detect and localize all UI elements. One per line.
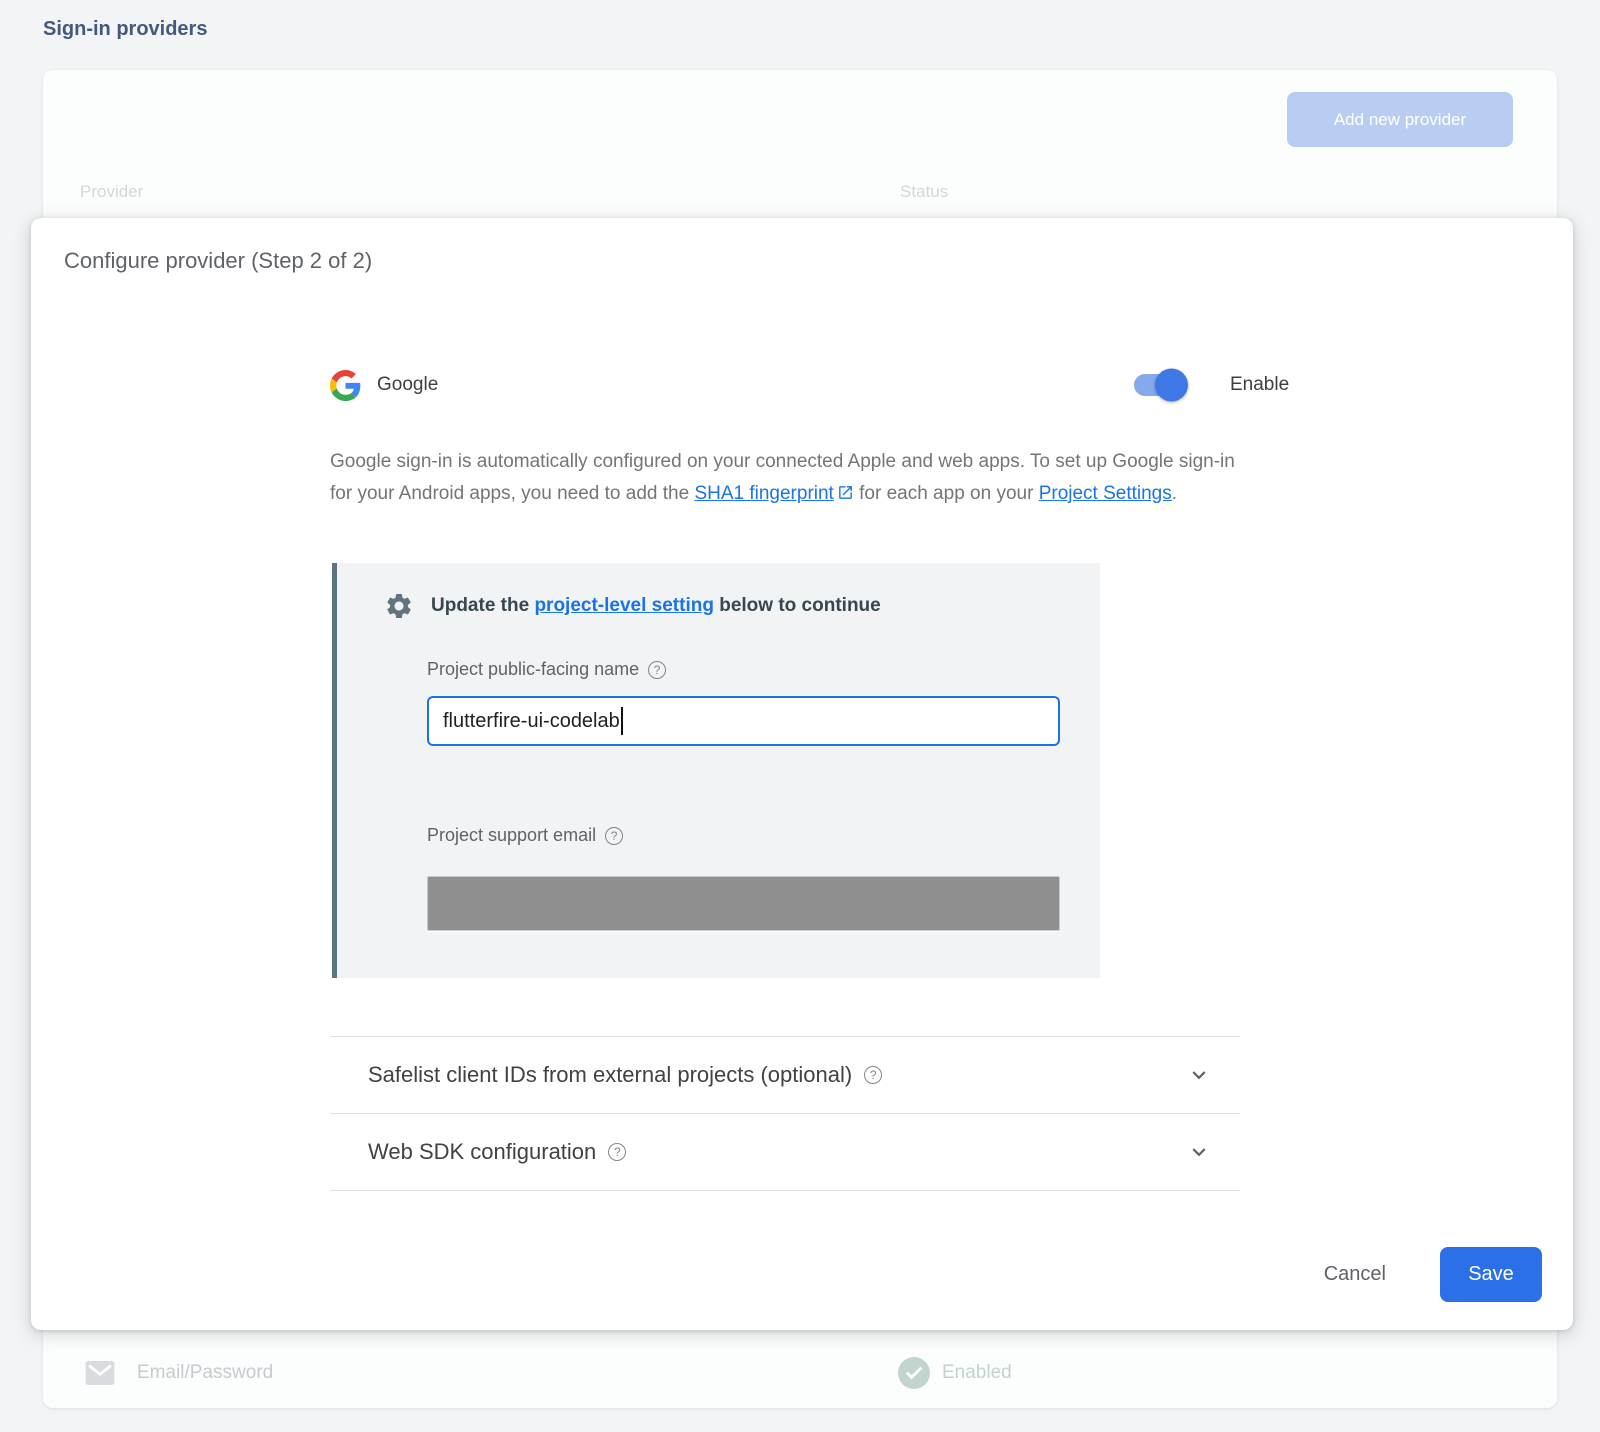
section-safelist-client-ids[interactable]: Safelist client IDs from external projec… xyxy=(330,1037,1240,1114)
sha1-fingerprint-link[interactable]: SHA1 fingerprint xyxy=(694,483,833,504)
table-row-email-password[interactable]: Email/Password Enabled xyxy=(43,1338,1557,1408)
column-header-provider: Provider xyxy=(80,182,143,202)
public-name-input[interactable]: flutterfire-ui-codelab xyxy=(427,696,1060,746)
dialog-title: Configure provider (Step 2 of 2) xyxy=(64,248,372,274)
save-button[interactable]: Save xyxy=(1440,1247,1542,1302)
provider-name: Google xyxy=(377,374,438,396)
support-email-label-text: Project support email xyxy=(427,825,596,846)
project-settings-link[interactable]: Project Settings xyxy=(1039,483,1172,504)
google-logo-icon xyxy=(330,370,361,401)
section-web-sdk-configuration[interactable]: Web SDK configuration ? xyxy=(330,1114,1240,1191)
column-header-status: Status xyxy=(900,182,948,202)
page-title: Sign-in providers xyxy=(43,18,207,41)
support-email-label: Project support email ? xyxy=(427,825,623,846)
section-label: Web SDK configuration xyxy=(368,1139,596,1165)
help-circle-icon[interactable]: ? xyxy=(864,1066,882,1084)
public-name-label-text: Project public-facing name xyxy=(427,659,639,680)
status-cell: Enabled xyxy=(898,1357,1012,1389)
dialog-actions: Cancel Save xyxy=(1308,1247,1542,1302)
notice-text: Update the project-level setting below t… xyxy=(431,595,881,617)
public-name-label: Project public-facing name ? xyxy=(427,659,666,680)
chevron-down-icon xyxy=(1186,1062,1212,1088)
status-badge: Enabled xyxy=(942,1362,1012,1384)
gear-icon xyxy=(384,591,414,621)
notice-text-part: below to continue xyxy=(714,595,881,616)
enable-label: Enable xyxy=(1230,374,1289,396)
cancel-button[interactable]: Cancel xyxy=(1308,1255,1402,1294)
google-provider-row: Google Enable xyxy=(330,362,1273,408)
configure-provider-dialog: Configure provider (Step 2 of 2) Google … xyxy=(31,218,1573,1330)
description-text: . xyxy=(1172,483,1177,504)
help-circle-icon[interactable]: ? xyxy=(648,661,666,679)
enable-toggle[interactable] xyxy=(1134,374,1186,396)
envelope-icon xyxy=(85,1361,115,1385)
project-level-setting-link[interactable]: project-level setting xyxy=(534,595,714,616)
add-new-provider-button[interactable]: Add new provider xyxy=(1287,92,1513,147)
toggle-knob xyxy=(1155,369,1188,402)
description-text: for each app on your xyxy=(854,483,1039,504)
text-cursor xyxy=(621,707,623,735)
accordion-sections: Safelist client IDs from external projec… xyxy=(330,1036,1240,1191)
enable-toggle-group: Enable xyxy=(1134,374,1289,396)
provider-row-label: Email/Password xyxy=(137,1362,273,1384)
page-root: { "page": { "heading": "Sign-in provider… xyxy=(0,0,1600,1432)
external-link-icon xyxy=(837,484,854,501)
provider-description: Google sign-in is automatically configur… xyxy=(330,446,1245,509)
project-settings-panel: Update the project-level setting below t… xyxy=(332,563,1100,978)
help-circle-icon[interactable]: ? xyxy=(605,827,623,845)
chevron-down-icon xyxy=(1186,1139,1212,1165)
section-label: Safelist client IDs from external projec… xyxy=(368,1062,852,1088)
support-email-select[interactable] xyxy=(427,876,1060,931)
provider-cell: Email/Password xyxy=(85,1361,273,1385)
check-circle-icon xyxy=(898,1357,930,1389)
public-name-value: flutterfire-ui-codelab xyxy=(443,710,620,733)
help-circle-icon[interactable]: ? xyxy=(608,1143,626,1161)
notice-row: Update the project-level setting below t… xyxy=(384,591,881,621)
notice-text-part: Update the xyxy=(431,595,534,616)
